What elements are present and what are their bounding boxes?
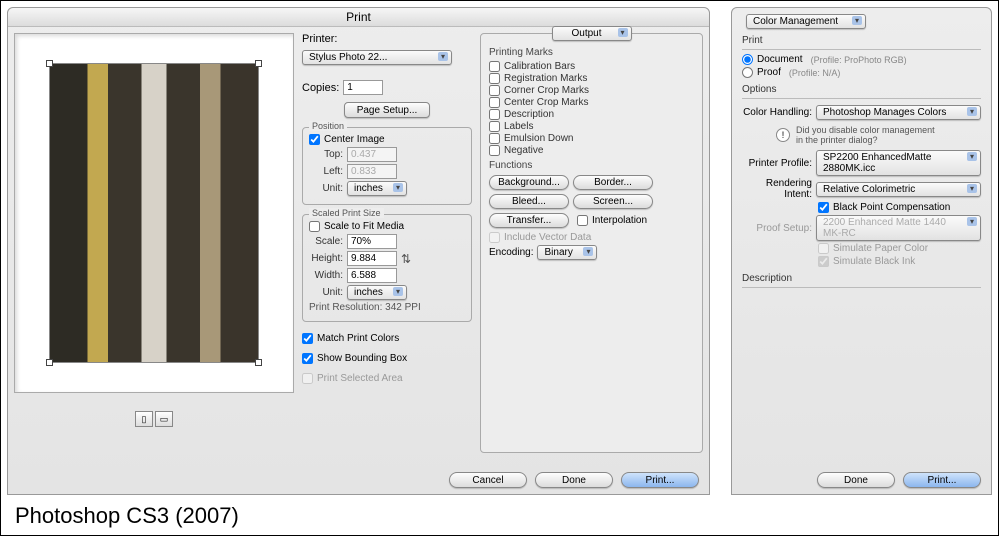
emulsion-down-checkbox[interactable] bbox=[489, 133, 500, 144]
height-input[interactable] bbox=[347, 251, 397, 266]
position-top-input bbox=[347, 147, 397, 162]
rendering-intent-select[interactable]: Relative Colorimetric bbox=[816, 182, 981, 197]
print-button[interactable]: Print... bbox=[621, 472, 699, 488]
caption: Photoshop CS3 (2007) bbox=[15, 503, 239, 529]
center-crop-marks-checkbox[interactable] bbox=[489, 97, 500, 108]
description-section-label: Description bbox=[742, 273, 981, 284]
warning-icon: ! bbox=[776, 128, 790, 142]
color-handling-select[interactable]: Photoshop Manages Colors bbox=[816, 105, 981, 120]
warning-text: Did you disable color management in the … bbox=[796, 125, 935, 145]
labels-checkbox[interactable] bbox=[489, 121, 500, 132]
print-preview bbox=[14, 33, 294, 393]
link-icon[interactable]: ⇅ bbox=[401, 252, 411, 266]
printing-marks-label: Printing Marks bbox=[489, 47, 694, 58]
scaled-legend: Scaled Print Size bbox=[309, 208, 384, 218]
proof-setup-select: 2200 Enhanced Matte 1440 MK-RC bbox=[816, 215, 981, 241]
print-section-label: Print bbox=[742, 35, 981, 46]
show-bounding-box-checkbox[interactable] bbox=[302, 353, 313, 364]
printer-label: Printer: bbox=[302, 33, 472, 45]
done-button[interactable]: Done bbox=[535, 472, 613, 488]
dialog-title: Print bbox=[8, 8, 709, 27]
preview-image[interactable] bbox=[49, 63, 259, 363]
cancel-button[interactable]: Cancel bbox=[449, 472, 527, 488]
copies-input[interactable] bbox=[343, 80, 383, 95]
background-button[interactable]: Background... bbox=[489, 175, 569, 190]
transfer-button[interactable]: Transfer... bbox=[489, 213, 569, 228]
calibration-bars-checkbox[interactable] bbox=[489, 61, 500, 72]
color-management-section-select[interactable]: Color Management bbox=[746, 14, 866, 29]
orientation-landscape-button[interactable]: ▭ bbox=[155, 411, 173, 427]
scale-to-fit-checkbox[interactable] bbox=[309, 221, 320, 232]
print-resolution-label: Print Resolution: 342 PPI bbox=[309, 302, 465, 313]
match-print-colors-checkbox[interactable] bbox=[302, 333, 313, 344]
position-legend: Position bbox=[309, 121, 347, 131]
screen-button[interactable]: Screen... bbox=[573, 194, 653, 209]
printing-marks-list: Calibration Bars Registration Marks Corn… bbox=[489, 61, 694, 156]
center-image-checkbox[interactable] bbox=[309, 134, 320, 145]
description-checkbox[interactable] bbox=[489, 109, 500, 120]
scale-input[interactable] bbox=[347, 234, 397, 249]
cm-print-button[interactable]: Print... bbox=[903, 472, 981, 488]
bleed-button[interactable]: Bleed... bbox=[489, 194, 569, 209]
cm-done-button[interactable]: Done bbox=[817, 472, 895, 488]
scaled-unit-select[interactable]: inches bbox=[347, 285, 407, 300]
registration-marks-checkbox[interactable] bbox=[489, 73, 500, 84]
simulate-black-checkbox bbox=[818, 256, 829, 267]
corner-crop-marks-checkbox[interactable] bbox=[489, 85, 500, 96]
black-point-checkbox[interactable] bbox=[818, 202, 829, 213]
negative-checkbox[interactable] bbox=[489, 145, 500, 156]
functions-label: Functions bbox=[489, 160, 694, 171]
output-section-select[interactable]: Output bbox=[552, 26, 632, 41]
simulate-paper-checkbox bbox=[818, 243, 829, 254]
border-button[interactable]: Border... bbox=[573, 175, 653, 190]
document-radio[interactable] bbox=[742, 54, 753, 65]
copies-label: Copies: bbox=[302, 82, 339, 94]
include-vector-checkbox bbox=[489, 232, 500, 243]
printer-profile-select[interactable]: SP2200 EnhancedMatte 2880MK.icc bbox=[816, 150, 981, 176]
encoding-select[interactable]: Binary bbox=[537, 245, 597, 260]
orientation-portrait-button[interactable]: ▯ bbox=[135, 411, 153, 427]
printer-select[interactable]: Stylus Photo 22... bbox=[302, 50, 452, 65]
print-selected-area-checkbox bbox=[302, 373, 313, 384]
proof-radio[interactable] bbox=[742, 67, 753, 78]
width-input[interactable] bbox=[347, 268, 397, 283]
position-left-input bbox=[347, 164, 397, 179]
position-unit-select[interactable]: inches bbox=[347, 181, 407, 196]
interpolation-checkbox[interactable] bbox=[577, 215, 588, 226]
options-section-label: Options bbox=[742, 84, 981, 95]
page-setup-button[interactable]: Page Setup... bbox=[344, 102, 431, 118]
